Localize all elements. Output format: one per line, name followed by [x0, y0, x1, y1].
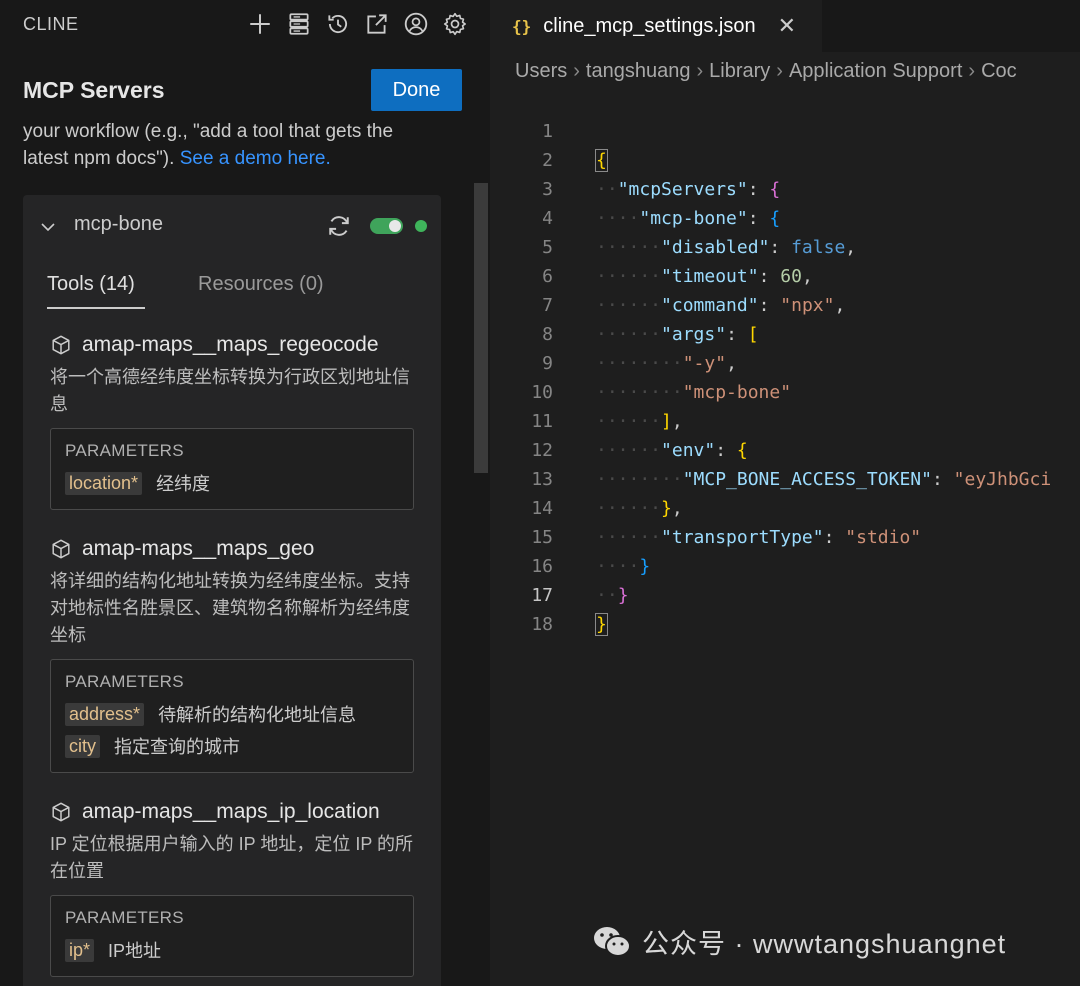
chevron-right-icon: ›	[573, 60, 580, 82]
done-button[interactable]: Done	[371, 69, 462, 111]
code-line: 4 ······"disabled": false,	[490, 175, 1080, 258]
watermark-text: 公众号 · wwwtangshuangnet	[642, 929, 1007, 959]
tool-description: 将一个高德经纬度坐标转换为行政区划地址信息	[50, 367, 410, 414]
chevron-right-icon: ›	[968, 60, 976, 82]
cline-sidebar: CLINE MCP Servers Done your workflow (e.…	[0, 0, 490, 986]
breadcrumb-item[interactable]: Library	[709, 60, 770, 82]
param-description: 待解析的结构化地址信息	[158, 705, 357, 725]
tab-filename: cline_mcp_settings.json	[543, 14, 756, 37]
sidebar-header: CLINE	[0, 0, 490, 50]
code-line: 12 ········"MCP_BONE_ACCESS_TOKEN": "eyJ…	[490, 407, 1080, 490]
tool-name: amap-maps__maps_geo	[82, 537, 315, 560]
code-line: 13 ······},	[490, 436, 1080, 519]
param-name: location*	[65, 471, 143, 495]
cube-icon	[52, 539, 70, 559]
cube-icon	[52, 335, 70, 355]
code-line: 7 ······"args": [	[490, 262, 1080, 345]
cube-icon	[52, 802, 70, 822]
breadcrumb-item[interactable]: Users	[515, 60, 567, 82]
tool-description: IP 定位根据用户输入的 IP 地址，定位 IP 的所在位置	[50, 834, 414, 881]
code-line: 11 ······"env": {	[490, 378, 1080, 461]
parameters-label: PARAMETERS	[65, 908, 184, 927]
code-line: 9 ········"mcp-bone"	[490, 320, 1080, 403]
param-row: address* 待解析的结构化地址信息	[65, 698, 399, 730]
code-line: 2 ··"mcpServers": {	[490, 117, 1080, 200]
tool-item: amap-maps__maps_geo 将详细的结构化地址转换为经纬度坐标。支持…	[50, 535, 430, 773]
tool-name: amap-maps__maps_regeocode	[82, 333, 379, 356]
param-row: ip* IP地址	[65, 934, 399, 966]
line-number: 18	[531, 614, 553, 635]
editor-tab[interactable]: {} cline_mcp_settings.json ✕	[490, 0, 822, 52]
parameters-label: PARAMETERS	[65, 441, 184, 460]
code-line: 10 ······],	[490, 349, 1080, 432]
description: your workflow (e.g., "add a tool that ge…	[23, 118, 443, 172]
server-stack-icon[interactable]	[285, 10, 313, 38]
chevron-right-icon: ›	[696, 60, 704, 82]
history-icon[interactable]	[324, 10, 352, 38]
external-link-icon[interactable]	[363, 10, 391, 38]
code-line: 1 {	[490, 88, 1080, 172]
tool-item: amap-maps__maps_ip_location IP 定位根据用户输入的…	[50, 798, 430, 977]
breadcrumb-item[interactable]: tangshuang	[586, 60, 691, 82]
code-line-active: 17 }	[490, 552, 1080, 636]
chevron-down-icon[interactable]	[38, 217, 58, 237]
param-description: 经纬度	[156, 474, 211, 494]
server-enable-toggle[interactable]	[370, 218, 403, 234]
code-line: 18	[490, 581, 1080, 635]
param-row: location* 经纬度	[65, 467, 399, 499]
tool-name: amap-maps__maps_ip_location	[82, 800, 380, 823]
code-line: 14 ······"transportType": "stdio"	[490, 465, 1080, 548]
code-line: 16 ··}	[490, 523, 1080, 606]
chevron-right-icon: ›	[776, 60, 783, 82]
parameters-box: PARAMETERS address* 待解析的结构化地址信息 city 指定查…	[50, 659, 414, 773]
refresh-icon[interactable]	[325, 212, 353, 240]
tab-tools[interactable]: Tools (14)	[47, 273, 135, 296]
server-card: mcp-bone Tools (14) Resources (0) amap-m…	[23, 195, 441, 986]
watermark: 公众号 · wwwtangshuangnet	[592, 922, 1006, 961]
demo-link[interactable]: See a demo here.	[180, 148, 331, 169]
breadcrumb-item[interactable]: Application Support	[789, 60, 962, 82]
close-icon[interactable]: ✕	[778, 13, 796, 39]
param-name: ip*	[65, 938, 95, 962]
wechat-icon	[594, 926, 631, 957]
brand-title: CLINE	[23, 14, 79, 34]
server-name[interactable]: mcp-bone	[74, 213, 163, 236]
param-name: city	[65, 734, 100, 758]
tab-resources[interactable]: Resources (0)	[198, 273, 324, 296]
tool-item: amap-maps__maps_regeocode 将一个高德经纬度坐标转换为行…	[50, 331, 430, 510]
parameters-box: PARAMETERS ip* IP地址	[50, 895, 414, 977]
parameters-label: PARAMETERS	[65, 672, 184, 691]
editor-tabbar: {} cline_mcp_settings.json ✕	[490, 0, 1080, 52]
param-description: 指定查询的城市	[114, 737, 240, 757]
gear-icon[interactable]	[441, 10, 469, 38]
parameters-box: PARAMETERS location* 经纬度	[50, 428, 414, 510]
breadcrumb: Users › tangshuang › Library › Application Sup…	[515, 60, 1017, 83]
status-indicator	[415, 220, 427, 232]
account-icon[interactable]	[402, 10, 430, 38]
tool-description: 将详细的结构化地址转换为经纬度坐标。支持对地标性名胜景区、建筑物名称解析为经纬度…	[50, 571, 410, 645]
breadcrumb-item[interactable]: Coc	[981, 60, 1017, 82]
code-line: 3 ····"mcp-bone": {	[490, 146, 1080, 229]
sidebar-scrollbar[interactable]	[474, 183, 488, 473]
header-toolbar	[246, 10, 469, 38]
active-tab-underline	[47, 307, 145, 309]
code-line: 15 ····}	[490, 494, 1080, 577]
page-title: MCP Servers	[23, 77, 165, 103]
code-line: 8 ········"-y",	[490, 291, 1080, 374]
code-line: 5 ······"timeout": 60,	[490, 204, 1080, 287]
param-row: city 指定查询的城市	[65, 730, 399, 762]
json-file-icon: {}	[512, 16, 532, 36]
plus-icon[interactable]	[246, 10, 274, 38]
param-description: IP地址	[108, 941, 162, 961]
editor-pane: {} cline_mcp_settings.json ✕ Users › tangs…	[490, 0, 1080, 986]
param-name: address*	[65, 702, 145, 726]
code-line: 6 ······"command": "npx",	[490, 233, 1080, 316]
